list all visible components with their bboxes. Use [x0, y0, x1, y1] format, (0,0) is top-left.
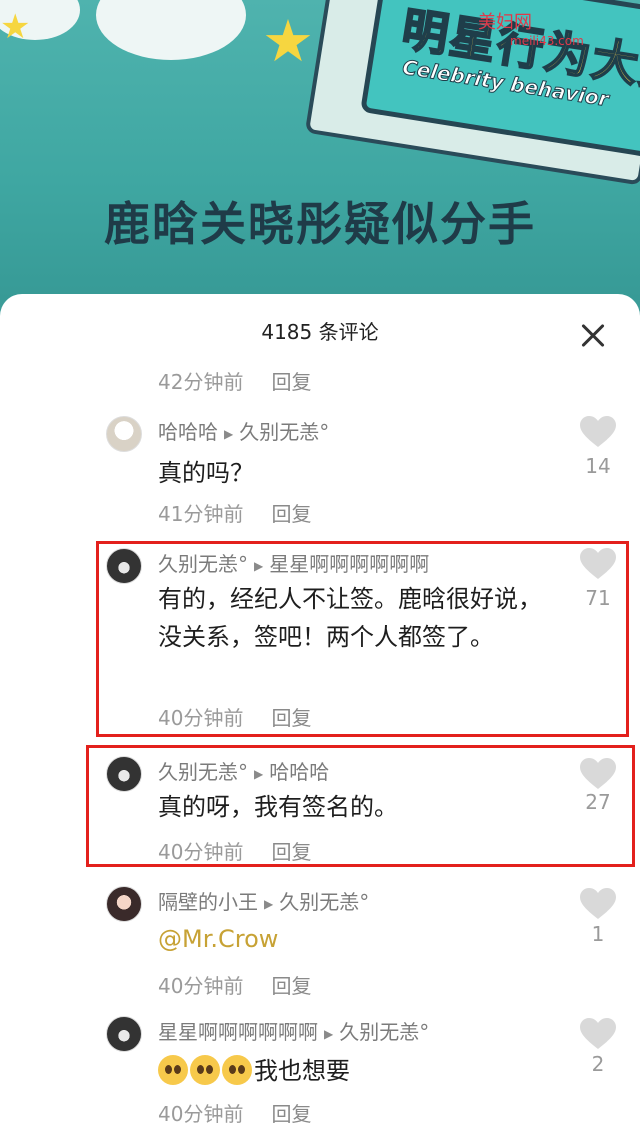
- comment-text: 真的呀，我有签名的。: [158, 793, 398, 821]
- reply-button[interactable]: 回复: [271, 840, 311, 864]
- comment-count-title: 4185 条评论: [261, 320, 379, 344]
- comment-meta: 40分钟前 回复: [158, 836, 311, 865]
- comment-time: 41分钟前: [158, 502, 244, 526]
- author-name[interactable]: 哈哈哈: [158, 420, 218, 444]
- pleading-face-emoji: [158, 1055, 188, 1085]
- triangle-right-icon: ▶: [254, 558, 264, 573]
- watermark-url: meili43.com: [510, 34, 584, 48]
- like-count: 14: [585, 454, 611, 478]
- close-icon[interactable]: [574, 316, 614, 356]
- reply-to-name[interactable]: 哈哈哈: [269, 760, 329, 784]
- heart-icon[interactable]: [580, 416, 616, 448]
- star-icon: ★: [0, 7, 31, 47]
- star-icon: ★: [262, 7, 314, 75]
- author-name[interactable]: 久别无恙°: [158, 552, 248, 576]
- comment-meta: 40分钟前 回复: [158, 702, 311, 731]
- comment-author-line: 隔壁的小王 ▶ 久别无恙°: [158, 886, 369, 915]
- avatar[interactable]: [106, 886, 142, 922]
- comment-time: 40分钟前: [158, 840, 244, 864]
- avatar[interactable]: [106, 416, 142, 452]
- heart-icon[interactable]: [580, 758, 616, 790]
- reply-to-name[interactable]: 久别无恙°: [339, 1020, 429, 1044]
- avatar[interactable]: [106, 756, 142, 792]
- pleading-face-emoji: [222, 1055, 252, 1085]
- triangle-right-icon: ▶: [224, 426, 234, 441]
- comment-panel: 4185 条评论 42分钟前 回复 哈哈哈 ▶ 久别无恙° 真的吗？ 14 41分钟前…: [0, 294, 640, 1132]
- watermark: 美妇网: [478, 12, 532, 33]
- reply-button[interactable]: 回复: [271, 370, 311, 394]
- comment-time: 42分钟前: [158, 370, 244, 394]
- comment-time: 40分钟前: [158, 1102, 244, 1126]
- reply-button[interactable]: 回复: [271, 974, 311, 998]
- comment-text: 有的，经纪人不让签。鹿晗很好说，没关系，签吧！两个人都签了。: [158, 585, 542, 651]
- video-banner: ★ ★ 明星行为大赏 Celebrity behavior 美妇网 meili4…: [0, 0, 640, 300]
- avatar[interactable]: [106, 548, 142, 584]
- comment-text: 我也想要: [254, 1057, 350, 1085]
- triangle-right-icon: ▶: [254, 766, 264, 781]
- author-name[interactable]: 星星啊啊啊啊啊啊: [158, 1020, 318, 1044]
- heart-icon[interactable]: [580, 1018, 616, 1050]
- reply-button[interactable]: 回复: [271, 1102, 311, 1126]
- comment-author-line: 哈哈哈 ▶ 久别无恙°: [158, 416, 329, 445]
- cloud-decoration: [96, 0, 246, 60]
- like-count: 27: [585, 790, 611, 814]
- comment-author-line: 久别无恙° ▶ 哈哈哈: [158, 756, 329, 785]
- heart-icon[interactable]: [580, 548, 616, 580]
- comment-author-line: 久别无恙° ▶ 星星啊啊啊啊啊啊: [158, 548, 429, 577]
- like-count: 71: [585, 586, 611, 610]
- video-headline: 鹿晗关晓彤疑似分手: [104, 197, 536, 251]
- comment-meta: 41分钟前 回复: [158, 498, 311, 527]
- comment-meta: 40分钟前 回复: [158, 970, 311, 999]
- reply-button[interactable]: 回复: [271, 706, 311, 730]
- pleading-face-emoji: [190, 1055, 220, 1085]
- author-name[interactable]: 隔壁的小王: [158, 890, 258, 914]
- comment-author-line: 星星啊啊啊啊啊啊 ▶ 久别无恙°: [158, 1016, 429, 1045]
- heart-icon[interactable]: [580, 888, 616, 920]
- triangle-right-icon: ▶: [324, 1026, 334, 1041]
- triangle-right-icon: ▶: [264, 896, 274, 911]
- reply-to-name[interactable]: 久别无恙°: [279, 890, 369, 914]
- like-count: 2: [591, 1052, 605, 1076]
- comment-text-row: 我也想要: [158, 1052, 558, 1090]
- comment-meta: 40分钟前 回复: [158, 1098, 311, 1127]
- reply-to-name[interactable]: 久别无恙°: [239, 420, 329, 444]
- comment-meta: 42分钟前 回复: [158, 366, 311, 395]
- author-name[interactable]: 久别无恙°: [158, 760, 248, 784]
- mention-link[interactable]: @Mr.Crow: [158, 920, 558, 958]
- comment-time: 40分钟前: [158, 706, 244, 730]
- like-count: 1: [591, 922, 605, 946]
- comment-text: 真的吗？: [158, 459, 254, 487]
- reply-to-name[interactable]: 星星啊啊啊啊啊啊: [269, 552, 429, 576]
- comment-time: 40分钟前: [158, 974, 244, 998]
- reply-button[interactable]: 回复: [271, 502, 311, 526]
- avatar[interactable]: [106, 1016, 142, 1052]
